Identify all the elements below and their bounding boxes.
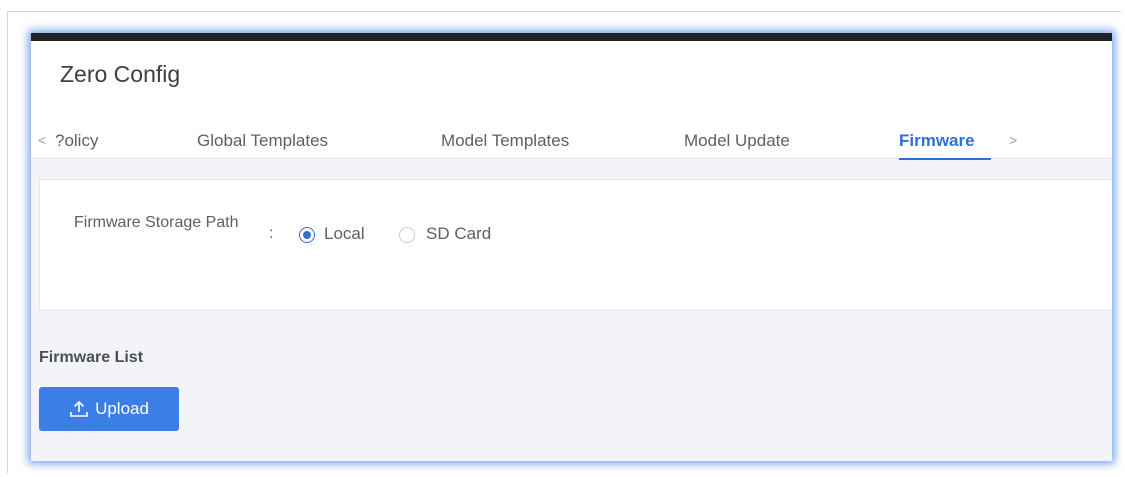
upload-icon <box>70 400 88 417</box>
upload-button[interactable]: Upload <box>39 387 179 431</box>
chevron-left-icon[interactable]: < <box>38 132 46 148</box>
upload-button-label: Upload <box>95 399 149 418</box>
label-colon: : <box>269 225 274 242</box>
tab-policy[interactable]: ?olicy <box>55 131 98 151</box>
radio-sd-card-label[interactable]: SD Card <box>426 224 491 244</box>
tab-firmware[interactable]: Firmware <box>899 131 975 151</box>
tab-global-templates[interactable]: Global Templates <box>197 131 328 151</box>
zero-config-panel: Zero Config < ?olicy Global Templates Mo… <box>31 33 1112 461</box>
radio-sd-card[interactable] <box>399 227 415 243</box>
page-header: Zero Config < ?olicy Global Templates Mo… <box>31 41 1112 160</box>
firmware-list-title: Firmware List <box>39 349 144 366</box>
tab-bar: < ?olicy Global Templates Model Template… <box>31 125 1112 160</box>
storage-path-label: Firmware Storage Path <box>74 214 239 231</box>
tab-model-templates[interactable]: Model Templates <box>441 131 569 151</box>
page-title: Zero Config <box>60 61 181 87</box>
radio-local[interactable] <box>299 227 315 243</box>
storage-settings-card: Firmware Storage Path : Local SD Card <box>39 179 1112 311</box>
chevron-right-icon[interactable]: > <box>1009 132 1017 148</box>
active-tab-indicator <box>899 158 991 160</box>
tab-model-update[interactable]: Model Update <box>684 131 790 151</box>
radio-local-label[interactable]: Local <box>324 224 365 244</box>
